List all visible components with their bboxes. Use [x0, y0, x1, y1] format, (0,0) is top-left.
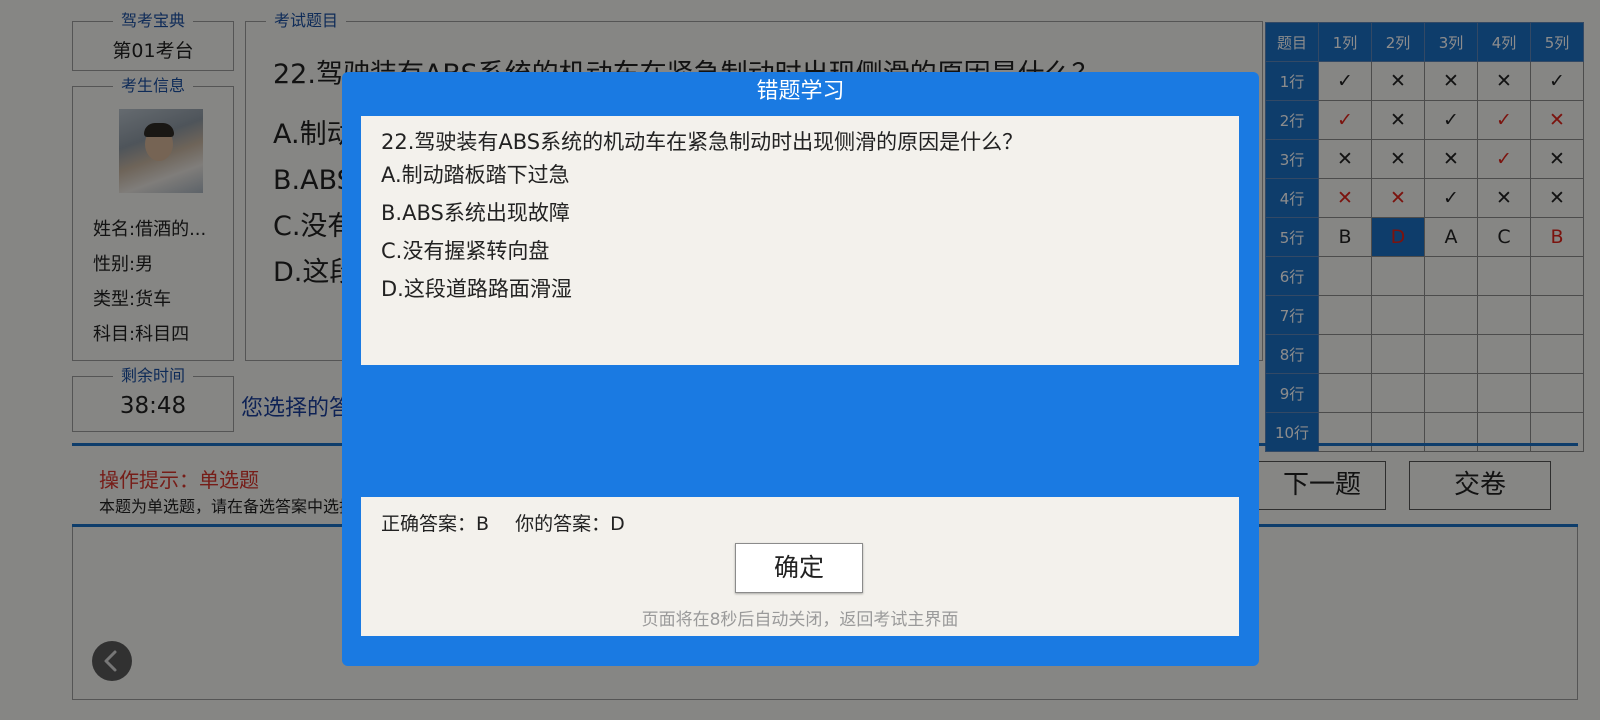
dialog-title: 错题学习 [756, 79, 845, 104]
dialog-answer-panel: 正确答案：B 你的答案：D 确定 页面将在8秒后自动关闭，返回考试主界面 [361, 497, 1239, 636]
dialog-option-c: C.没有握紧转向盘 [381, 239, 550, 263]
answer-line: 正确答案：B 你的答案：D [381, 509, 625, 536]
dialog-option-d: D.这段道路路面滑湿 [381, 277, 572, 301]
confirm-button[interactable]: 确定 [735, 543, 863, 593]
dialog-question-panel: 22.驾驶装有ABS系统的机动车在紧急制动时出现侧滑的原因是什么？ A.制动踏板… [361, 116, 1239, 365]
your-answer: 你的答案：D [515, 513, 625, 535]
dialog-option-b: B.ABS系统出现故障 [381, 201, 570, 225]
correct-answer: 正确答案：B [381, 513, 490, 535]
auto-close-note: 页面将在8秒后自动关闭，返回考试主界面 [641, 610, 959, 630]
dialog-question-text: 22.驾驶装有ABS系统的机动车在紧急制动时出现侧滑的原因是什么？ [381, 130, 1024, 154]
dialog-option-a: A.制动踏板踏下过急 [381, 163, 570, 187]
wrong-question-dialog: 错题学习 22.驾驶装有ABS系统的机动车在紧急制动时出现侧滑的原因是什么？ A… [342, 72, 1259, 666]
